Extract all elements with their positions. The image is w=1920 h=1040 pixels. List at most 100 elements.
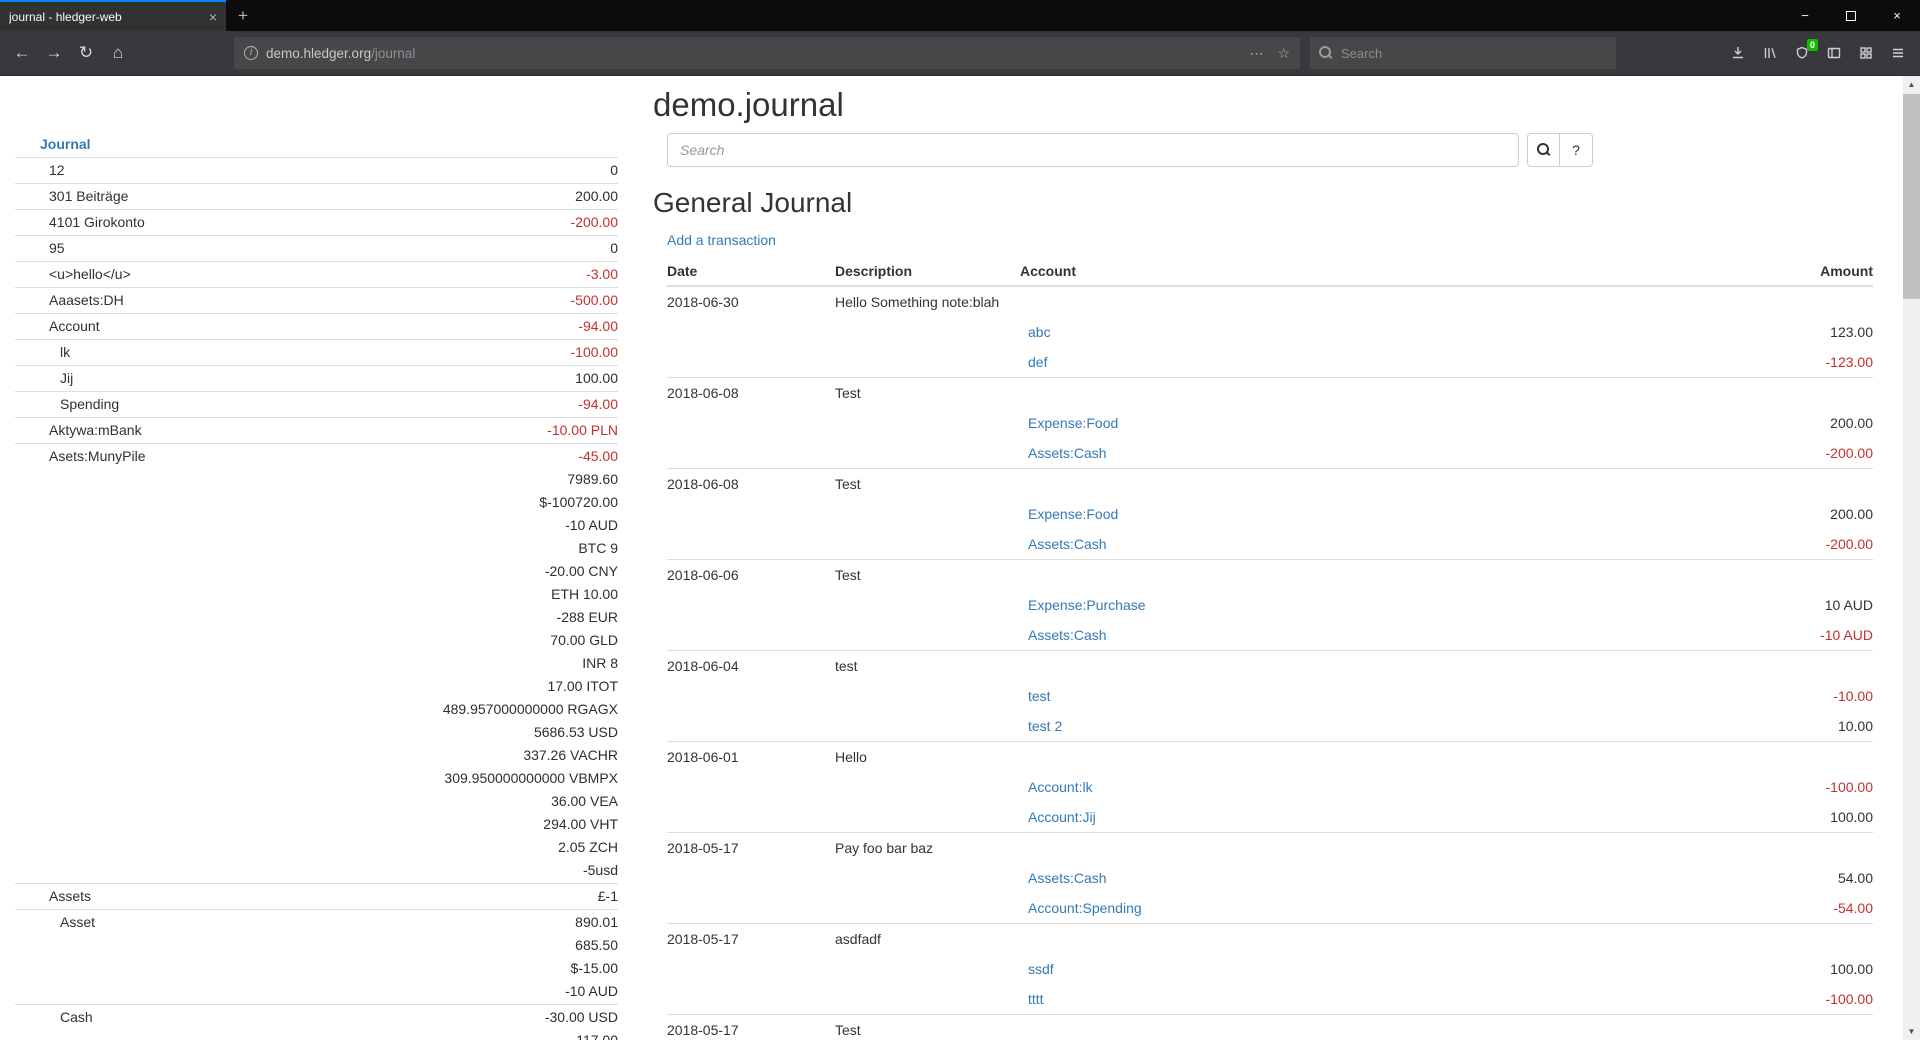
posting-account-link[interactable]: Account:Spending: [1028, 900, 1142, 916]
menu-hamburger-icon[interactable]: [1882, 38, 1914, 68]
posting-account-link[interactable]: Assets:Cash: [1028, 445, 1107, 461]
transaction-row[interactable]: 2018-06-08Test: [667, 469, 1873, 500]
balance-amount: -200.00: [272, 211, 618, 234]
posting-account-link[interactable]: Assets:Cash: [1028, 536, 1107, 552]
balance-amount: 7989.60: [272, 468, 618, 491]
header-date: Date: [667, 259, 835, 286]
posting-account-link[interactable]: Assets:Cash: [1028, 870, 1107, 886]
site-info-icon[interactable]: i: [244, 46, 258, 60]
window-close-button[interactable]: ×: [1874, 0, 1920, 31]
posting-account-link[interactable]: test: [1028, 688, 1051, 704]
transaction-date: 2018-06-01: [667, 742, 835, 773]
transaction-row[interactable]: 2018-06-04test: [667, 651, 1873, 682]
scroll-down-icon[interactable]: ▼: [1903, 1023, 1920, 1040]
sidebar-toggle-icon[interactable]: [1818, 38, 1850, 68]
posting-account-link[interactable]: ssdf: [1028, 961, 1054, 977]
account-name[interactable]: 95: [15, 236, 272, 262]
account-name[interactable]: Aktywa:mBank: [15, 418, 272, 444]
account-name[interactable]: Aaasets:DH: [15, 288, 272, 314]
account-balance: £-1: [272, 884, 618, 910]
posting-account-link[interactable]: Account:Jij: [1028, 809, 1096, 825]
posting-amount: -10.00: [1420, 681, 1873, 711]
posting-account-link[interactable]: tttt: [1028, 991, 1044, 1007]
posting-amount: -200.00: [1420, 438, 1873, 469]
account-name[interactable]: Cash: [15, 1005, 272, 1040]
tab-bar: journal - hledger-web × + − ×: [0, 0, 1920, 31]
home-icon[interactable]: ⌂: [102, 38, 134, 68]
account-name[interactable]: Assets: [15, 884, 272, 910]
browser-search-bar[interactable]: Search: [1310, 37, 1616, 69]
scrollbar-thumb[interactable]: [1903, 94, 1920, 299]
posting-account-link[interactable]: Expense:Food: [1028, 506, 1118, 522]
page-content: Journal 120301 Beiträge200.004101 Giroko…: [0, 76, 1920, 1040]
transaction-row[interactable]: 2018-06-30Hello Something note:blah: [667, 286, 1873, 317]
posting-account-link[interactable]: Expense:Purchase: [1028, 597, 1146, 613]
balance-amount: -94.00: [272, 315, 618, 338]
transaction-date: 2018-05-17: [667, 1015, 835, 1040]
account-name[interactable]: Asets:MunyPile: [15, 444, 272, 884]
posting-amount: -123.00: [1420, 347, 1873, 378]
window-controls: − ×: [1782, 0, 1920, 31]
balance-amount: -20.00 CNY: [272, 560, 618, 583]
balance-amount: 100.00: [272, 367, 618, 390]
page-actions-icon[interactable]: ⋯: [1249, 45, 1263, 62]
posting-row: Account:Spending-54.00: [667, 893, 1873, 924]
search-help-button[interactable]: ?: [1560, 133, 1593, 167]
account-name[interactable]: Spending: [15, 392, 272, 418]
tab-close-icon[interactable]: ×: [209, 10, 217, 24]
balance-amount: -100.00: [272, 341, 618, 364]
window-maximize-button[interactable]: [1828, 0, 1874, 31]
posting-account-link[interactable]: Expense:Food: [1028, 415, 1118, 431]
browser-tab[interactable]: journal - hledger-web ×: [0, 0, 226, 31]
library-icon[interactable]: [1754, 38, 1786, 68]
transaction-row[interactable]: 2018-05-17asdfadf: [667, 924, 1873, 955]
scroll-up-icon[interactable]: ▲: [1903, 76, 1920, 93]
transaction-row[interactable]: 2018-05-17Test: [667, 1015, 1873, 1040]
url-domain: demo.hledger.org: [266, 46, 371, 61]
posting-account-link[interactable]: def: [1028, 354, 1047, 370]
url-bar[interactable]: i demo.hledger.org /journal ⋯ ☆: [234, 37, 1300, 69]
balance-amount: 489.957000000000 RGAGX: [272, 698, 618, 721]
page-scrollbar[interactable]: ▲ ▼: [1903, 76, 1920, 1040]
transaction-row[interactable]: 2018-06-01Hello: [667, 742, 1873, 773]
account-name[interactable]: lk: [15, 340, 272, 366]
back-icon[interactable]: ←: [6, 38, 38, 68]
balance-amount: ETH 10.00: [272, 583, 618, 606]
posting-account-link[interactable]: Account:lk: [1028, 779, 1093, 795]
apps-grid-icon[interactable]: [1850, 38, 1882, 68]
posting-account-link[interactable]: abc: [1028, 324, 1051, 340]
posting-row: test -10.00: [667, 681, 1873, 711]
accounts-sidebar: Journal 120301 Beiträge200.004101 Giroko…: [15, 132, 618, 1040]
account-name[interactable]: 4101 Girokonto: [15, 210, 272, 236]
transaction-row[interactable]: 2018-06-08Test: [667, 378, 1873, 409]
search-submit-button[interactable]: [1527, 133, 1560, 167]
reload-icon[interactable]: ↻: [70, 38, 102, 68]
downloads-icon[interactable]: [1722, 38, 1754, 68]
account-name[interactable]: 301 Beiträge: [15, 184, 272, 210]
sidebar-account-row: Spending-94.00: [15, 392, 618, 418]
forward-icon[interactable]: →: [38, 38, 70, 68]
account-name[interactable]: 12: [15, 158, 272, 184]
new-tab-button[interactable]: +: [226, 0, 260, 31]
journal-search-input[interactable]: [667, 133, 1519, 167]
account-balance: 0: [272, 158, 618, 184]
sidebar-account-row: Assets£-1: [15, 884, 618, 910]
window-minimize-button[interactable]: −: [1782, 0, 1828, 31]
posting-row: Account:lk-100.00: [667, 772, 1873, 802]
transaction-row[interactable]: 2018-06-06Test: [667, 560, 1873, 591]
account-name[interactable]: Account: [15, 314, 272, 340]
posting-row: def -123.00: [667, 347, 1873, 378]
account-name[interactable]: Asset: [15, 910, 272, 1005]
posting-row: Assets:Cash -200.00: [667, 438, 1873, 469]
posting-account-link[interactable]: Assets:Cash: [1028, 627, 1107, 643]
account-name[interactable]: Jij: [15, 366, 272, 392]
balance-amount: -10 AUD: [272, 980, 618, 1003]
account-name[interactable]: <u>hello</u>: [15, 262, 272, 288]
sidebar-journal-link[interactable]: Journal: [40, 136, 91, 152]
transaction-description: Test: [835, 378, 1873, 409]
transaction-row[interactable]: 2018-05-17Pay foo bar baz: [667, 833, 1873, 864]
add-transaction-link[interactable]: Add a transaction: [667, 232, 776, 248]
bookmark-star-icon[interactable]: ☆: [1277, 45, 1290, 62]
posting-account-link[interactable]: test 2: [1028, 718, 1062, 734]
extension-icon[interactable]: 0: [1786, 38, 1818, 68]
